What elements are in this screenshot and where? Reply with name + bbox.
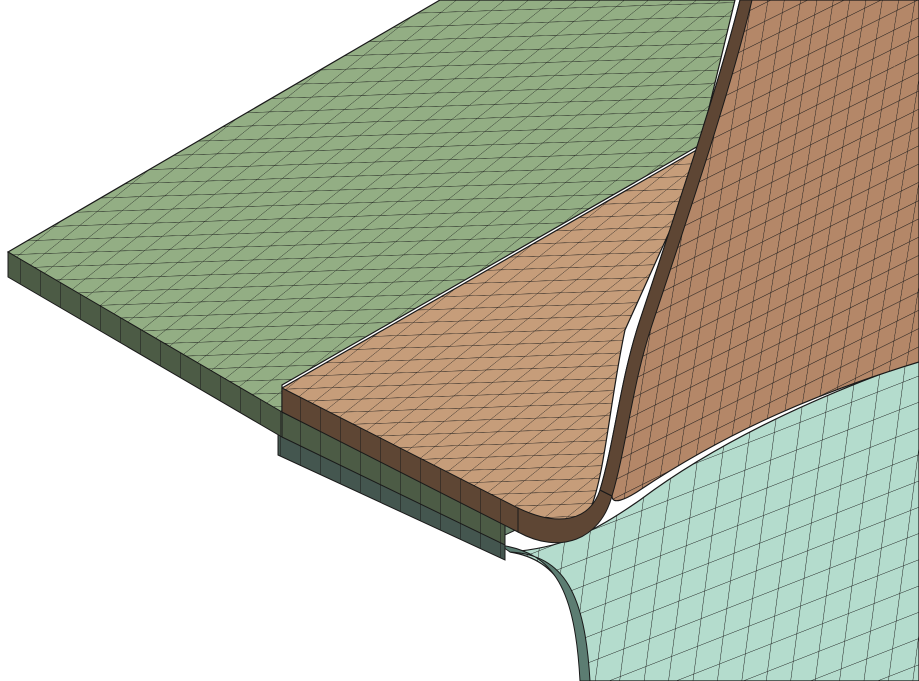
mesh-viewport[interactable] xyxy=(0,0,919,681)
mesh-render xyxy=(6,0,919,681)
